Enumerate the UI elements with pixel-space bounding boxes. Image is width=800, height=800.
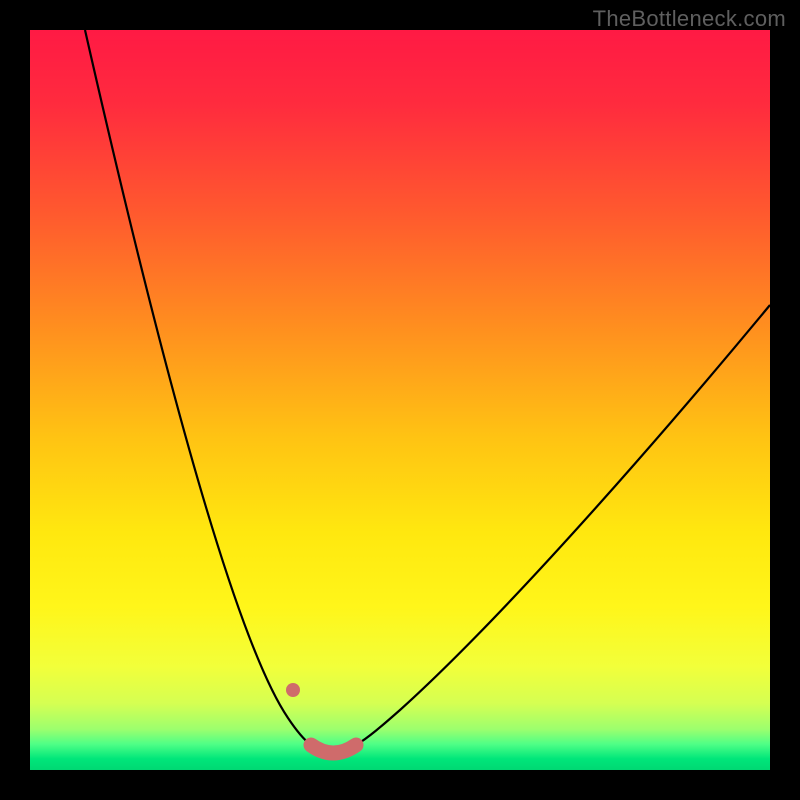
bottleneck-curve	[30, 30, 770, 770]
curve-right-branch	[356, 305, 770, 745]
watermark-text: TheBottleneck.com	[593, 6, 786, 32]
optimal-range-marker	[311, 745, 356, 753]
curve-left-branch	[85, 30, 311, 745]
marker-dot	[286, 683, 300, 697]
plot-frame	[30, 30, 770, 770]
